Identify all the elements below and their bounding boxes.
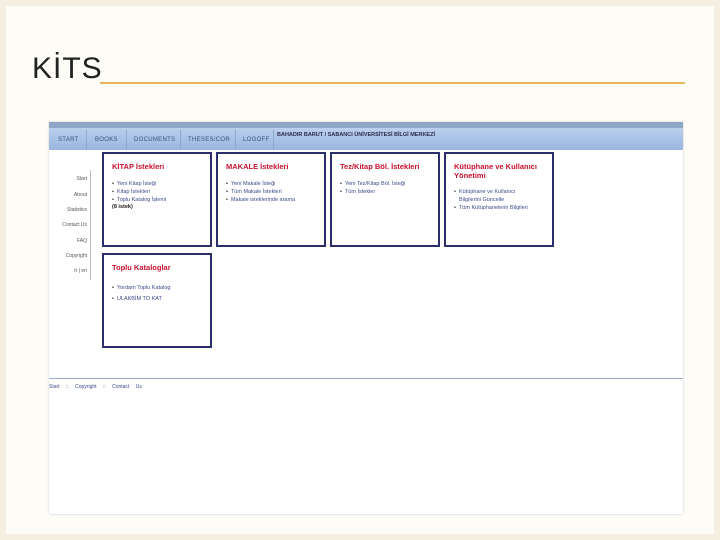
left-menu-divider (90, 170, 91, 280)
list-item[interactable]: • Tüm Makale İstekleri (226, 188, 295, 196)
nav-separator (86, 130, 87, 150)
panel-title: MAKALE İstekleri (226, 162, 289, 171)
request-count: (8 istek) (112, 204, 133, 210)
list-item[interactable]: • Kitap İstekleri (112, 188, 166, 196)
footer-separator: :: (65, 384, 69, 390)
nav-theses[interactable]: THESES/COR (188, 137, 230, 143)
panel-title: Kütüphane ve Kullanıcı Yönetimi (454, 162, 537, 180)
nav-separator (126, 130, 127, 150)
list-item: •Bilgilerini Güncelle (458, 197, 505, 203)
slide-title: KİTS (32, 52, 103, 85)
panel-link-list: • Yeni Tez/Kitap Böl. İsteği • Tüm İstekle… (340, 180, 405, 196)
list-item[interactable]: • Tüm İstekler (340, 188, 405, 196)
footer-separator: :: (102, 384, 106, 390)
list-item[interactable]: • Toplu Katalog İşlemi (112, 196, 166, 204)
footer-copyright-link[interactable]: Copyright (75, 384, 96, 390)
menu-about[interactable]: About (74, 192, 87, 198)
top-navigation-bar: START BOOKS DOCUMENTS THESES/COR LOGOFF … (49, 122, 683, 150)
list-item[interactable]: • ULAKBİM TO KAT (112, 294, 170, 305)
menu-start[interactable]: Start (76, 176, 87, 182)
library-management-panel: Kütüphane ve Kullanıcı Yönetimi • Kütüpha… (444, 152, 554, 247)
footer-divider (49, 378, 683, 379)
nav-documents[interactable]: DOCUMENTS (134, 137, 175, 143)
panel-link-list: • Yeni Kitap İsteği • Kitap İstekleri • Top… (112, 180, 166, 204)
footer-contact-link[interactable]: Contact (112, 384, 129, 390)
nav-books[interactable]: BOOKS (95, 137, 118, 143)
list-item[interactable]: • Kütüphane ve Kullanıcı (454, 188, 528, 196)
nav-separator (235, 130, 236, 150)
panel-title: Tez/Kitap Böl. İstekleri (340, 162, 420, 171)
panel-title: KİTAP İstekleri (112, 162, 165, 171)
nav-separator (180, 130, 181, 150)
menu-statistics[interactable]: Statistics (67, 207, 87, 213)
nav-start[interactable]: START (58, 137, 79, 143)
list-item[interactable]: • Yeni Makale İsteği (226, 180, 295, 188)
thesis-requests-panel: Tez/Kitap Böl. İstekleri • Yeni Tez/Kitap… (330, 152, 440, 247)
list-item[interactable]: • Tüm Kütüphanelerin Bilgileri (454, 204, 528, 212)
menu-language[interactable]: tr | en (74, 268, 87, 274)
footer-contact-link-us[interactable]: Us (136, 384, 142, 390)
top-strip (49, 122, 683, 128)
menu-faq[interactable]: FAQ (77, 238, 87, 244)
footer-start-link[interactable]: Start (49, 384, 60, 390)
footer-links: Start :: Copyright :: Contact Us (49, 384, 147, 390)
article-requests-panel: MAKALE İstekleri • Yeni Makale İsteği • Tü… (216, 152, 326, 247)
panel-title: Toplu Kataloglar (112, 263, 171, 272)
menu-contact[interactable]: Contact Us (62, 222, 87, 228)
panel-link-list: • Yeni Makale İsteği • Tüm Makale İstekler… (226, 180, 295, 204)
app-screenshot: START BOOKS DOCUMENTS THESES/COR LOGOFF … (49, 122, 683, 514)
title-underline (100, 82, 685, 84)
union-catalogs-panel: Toplu Kataloglar • Yordam Toplu Katalog •… (102, 253, 212, 348)
site-title: BAHADIR BARUT / SABANCI ÜNİVERSİTESİ BİL… (277, 132, 435, 138)
panel-link-list: • Yordam Toplu Katalog • ULAKBİM TO KAT (112, 283, 170, 305)
panel-link-list: •Kütüphane ve Kullanıcı •Bilgilerini Gün… (454, 188, 528, 212)
menu-copyright[interactable]: Copyright (66, 253, 87, 259)
nav-separator (273, 130, 274, 150)
list-item[interactable]: • Yordam Toplu Katalog (112, 283, 170, 294)
list-item[interactable]: • Makale isteklerinde arama (226, 196, 295, 204)
nav-logoff[interactable]: LOGOFF (243, 137, 269, 143)
list-item[interactable]: • Yeni Kitap İsteği (112, 180, 166, 188)
list-item[interactable]: • Yeni Tez/Kitap Böl. İsteği (340, 180, 405, 188)
book-requests-panel: KİTAP İstekleri • Yeni Kitap İsteği • Kita… (102, 152, 212, 247)
